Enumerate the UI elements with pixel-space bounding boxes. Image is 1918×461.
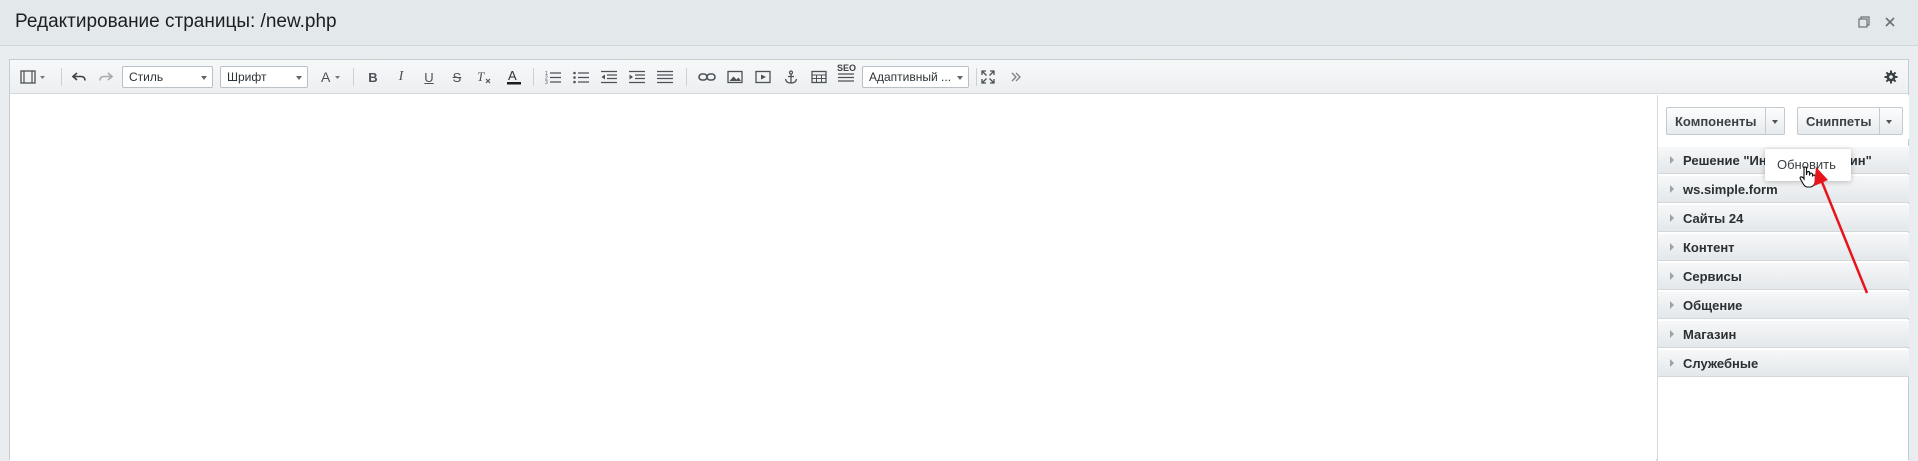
style-select-value: Стиль xyxy=(129,70,164,84)
indent-icon[interactable] xyxy=(627,67,647,87)
svg-text:A: A xyxy=(321,70,331,84)
expand-triangle-icon xyxy=(1670,359,1674,367)
undo-icon[interactable] xyxy=(70,67,88,87)
title-bar: Редактирование страницы: /new.php xyxy=(0,0,1918,46)
expand-triangle-icon xyxy=(1670,185,1674,193)
align-justify-icon[interactable] xyxy=(655,67,675,87)
snippets-dropdown-arrow[interactable] xyxy=(1879,108,1897,134)
html-editor: Стиль Шрифт A B I U S T A 123 SEO Адапти… xyxy=(9,59,1909,461)
category-label: Контент xyxy=(1683,240,1735,255)
category-label: ws.simple.form xyxy=(1683,182,1778,197)
expand-triangle-icon xyxy=(1670,330,1674,338)
category-item[interactable]: Контент xyxy=(1658,233,1909,261)
restore-window-icon[interactable] xyxy=(1856,15,1872,31)
category-label: Служебные xyxy=(1683,356,1759,371)
category-label: Сервисы xyxy=(1683,269,1742,284)
category-item[interactable]: Сайты 24 xyxy=(1658,204,1909,232)
table-icon[interactable] xyxy=(809,67,829,87)
chevron-down-icon xyxy=(201,76,207,80)
font-select-value: Шрифт xyxy=(227,70,267,84)
link-icon[interactable] xyxy=(697,67,717,87)
redo-icon[interactable] xyxy=(97,67,115,87)
toolbar-separator xyxy=(686,68,687,86)
expand-triangle-icon xyxy=(1670,272,1674,280)
ordered-list-icon[interactable]: 123 xyxy=(543,67,563,87)
category-label: Общение xyxy=(1683,298,1743,313)
strikethrough-icon[interactable]: S xyxy=(448,67,466,87)
settings-gear-icon[interactable] xyxy=(1881,67,1901,87)
seo-icon[interactable]: SEO xyxy=(836,63,856,85)
editor-toolbar: Стиль Шрифт A B I U S T A 123 SEO Адапти… xyxy=(10,60,1908,94)
seo-label: SEO xyxy=(837,63,857,73)
category-item[interactable]: Сервисы xyxy=(1658,262,1909,290)
unordered-list-icon[interactable] xyxy=(571,67,591,87)
components-button[interactable]: Компоненты xyxy=(1666,107,1785,135)
page-title: Редактирование страницы: /new.php xyxy=(15,11,337,32)
close-icon[interactable] xyxy=(1882,15,1898,31)
toolbar-separator xyxy=(533,68,534,86)
category-item[interactable]: Служебные xyxy=(1658,349,1909,377)
chevron-down-icon xyxy=(957,76,963,80)
clear-format-icon[interactable]: T xyxy=(475,67,495,87)
expand-triangle-icon xyxy=(1670,301,1674,309)
style-select[interactable]: Стиль xyxy=(122,66,213,88)
anchor-icon[interactable] xyxy=(781,67,801,87)
category-item[interactable]: Общение xyxy=(1658,291,1909,319)
expand-triangle-icon xyxy=(1670,243,1674,251)
annotation-arrow-icon xyxy=(1814,167,1869,294)
editor-content-area[interactable] xyxy=(10,95,1656,461)
image-icon[interactable] xyxy=(725,67,745,87)
svg-text:A: A xyxy=(508,69,517,83)
more-icon[interactable] xyxy=(1006,67,1026,87)
toolbar-separator xyxy=(976,68,977,86)
adaptive-select-value: Адаптивный ... xyxy=(869,70,952,84)
category-item[interactable]: Магазин xyxy=(1658,320,1909,348)
components-dropdown-arrow[interactable] xyxy=(1764,108,1783,134)
video-icon[interactable] xyxy=(753,67,773,87)
expand-triangle-icon xyxy=(1670,214,1674,222)
svg-text:T: T xyxy=(477,70,485,84)
font-select[interactable]: Шрифт xyxy=(220,66,308,88)
components-panel-header: Компоненты Сниппеты xyxy=(1658,95,1909,139)
chevron-down-icon xyxy=(296,76,302,80)
outdent-icon[interactable] xyxy=(599,67,619,87)
components-button-label: Компоненты xyxy=(1675,114,1757,129)
font-size-icon[interactable]: A xyxy=(320,67,344,87)
bold-icon[interactable]: B xyxy=(364,67,382,87)
expand-triangle-icon xyxy=(1670,156,1674,164)
underline-icon[interactable]: U xyxy=(420,67,438,87)
snippets-button[interactable]: Сниппеты xyxy=(1797,107,1903,135)
snippets-button-label: Сниппеты xyxy=(1806,114,1872,129)
adaptive-select[interactable]: Адаптивный ... xyxy=(862,66,969,88)
toolbar-separator xyxy=(353,68,354,86)
category-label: Сайты 24 xyxy=(1683,211,1744,226)
svg-text:3: 3 xyxy=(545,80,548,84)
view-mode-icon[interactable] xyxy=(19,67,47,87)
fullscreen-icon[interactable] xyxy=(978,67,998,87)
category-label: Магазин xyxy=(1683,327,1737,342)
italic-icon[interactable]: I xyxy=(392,67,410,87)
toolbar-separator xyxy=(61,68,62,86)
text-color-icon[interactable]: A xyxy=(504,67,524,87)
